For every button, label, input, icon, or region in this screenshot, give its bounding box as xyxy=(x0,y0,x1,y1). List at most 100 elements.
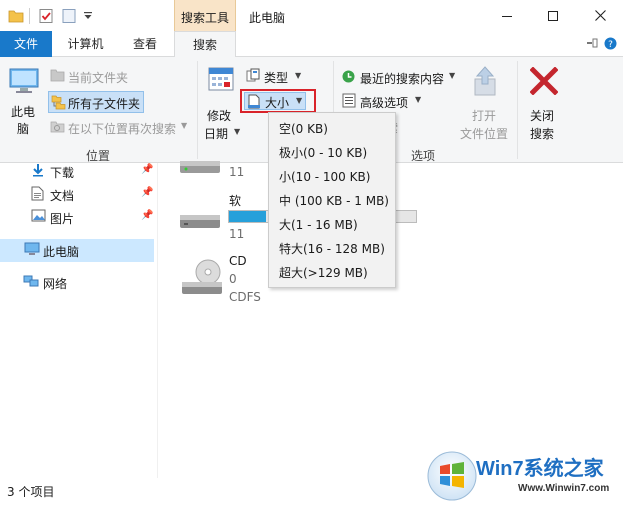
nav-label: 文档 xyxy=(50,189,75,203)
maximize-button[interactable] xyxy=(530,0,576,31)
customize-dropdown-icon[interactable] xyxy=(83,10,93,24)
menu-item-size-medium[interactable]: 中 (100 KB - 1 MB) xyxy=(279,192,389,209)
chevron-down-icon: ▼ xyxy=(449,71,456,80)
nav-item-pictures[interactable]: 图片 📌 xyxy=(0,206,154,228)
close-search-label-1: 关闭 xyxy=(530,109,555,123)
close-search-button[interactable]: 关闭 搜索 xyxy=(522,63,566,141)
date-modified-label-2: 日期 xyxy=(204,127,229,141)
menu-item-size-large[interactable]: 大(1 - 16 MB) xyxy=(279,216,358,233)
drive-usage-fill xyxy=(229,211,267,222)
group-divider xyxy=(197,61,198,159)
open-file-location-label-2: 文件位置 xyxy=(460,127,509,141)
help-icon[interactable]: ? xyxy=(604,37,617,53)
nav-label: 下载 xyxy=(50,166,75,180)
computer-icon xyxy=(24,242,40,259)
hard-drive-icon xyxy=(178,159,222,180)
new-folder-icon[interactable] xyxy=(61,8,77,27)
search-again-label: 在以下位置再次搜索 xyxy=(68,122,177,136)
this-pc-label-2: 脑 xyxy=(17,122,30,136)
tab-computer[interactable]: 计算机 xyxy=(57,31,114,57)
search-tools-context-group: 搜索工具 xyxy=(174,0,236,31)
kind-label: 类型 xyxy=(264,71,289,85)
calendar-icon xyxy=(207,65,235,96)
open-file-location-button[interactable]: 打开 文件位置 xyxy=(458,63,512,141)
menu-item-size-tiny[interactable]: 极小(0 - 10 KB) xyxy=(279,144,367,161)
nav-item-network[interactable]: 网络 xyxy=(0,271,154,293)
divider xyxy=(157,163,158,478)
nav-item-documents[interactable]: 文档 📌 xyxy=(0,183,154,205)
advanced-options-label: 高级选项 xyxy=(360,96,409,110)
ribbon-tabs: 文件 计算机 查看 搜索 ? xyxy=(0,31,623,58)
drive-meta: 11 xyxy=(229,165,245,179)
search-location-icon xyxy=(50,119,65,137)
minimize-ribbon-icon[interactable] xyxy=(586,37,598,52)
open-file-location-label-1: 打开 xyxy=(472,109,497,123)
recent-searches-icon xyxy=(341,69,356,87)
recent-searches-button[interactable]: 最近的搜索内容 ▼ xyxy=(338,67,458,87)
nav-item-this-pc[interactable]: 此电脑 xyxy=(0,239,154,262)
all-subfolders-label: 所有子文件夹 xyxy=(68,97,141,111)
open-location-icon xyxy=(471,65,499,100)
chevron-down-icon: ▼ xyxy=(234,127,241,136)
pin-icon[interactable]: 📌 xyxy=(141,164,153,175)
computer-icon xyxy=(8,65,40,100)
watermark-url: Www.Winwin7.com xyxy=(518,483,610,494)
drive-meta: 11 xyxy=(229,227,245,241)
nav-label: 图片 xyxy=(50,212,75,226)
window-title: 此电脑 xyxy=(249,11,286,25)
divider xyxy=(29,8,30,24)
menu-item-size-empty[interactable]: 空(0 KB) xyxy=(279,120,328,137)
size-button-pressed: 大小 ▼ xyxy=(244,92,306,110)
context-tab-label: 搜索工具 xyxy=(181,11,230,25)
folder-icon xyxy=(50,68,65,85)
close-icon xyxy=(594,10,606,21)
svg-text:?: ? xyxy=(608,40,613,50)
kind-filter-button[interactable]: 类型 ▼ xyxy=(244,67,304,87)
drive-item[interactable]: 11 xyxy=(176,161,266,187)
close-button[interactable] xyxy=(577,0,623,31)
menu-item-size-small[interactable]: 小(10 - 100 KB) xyxy=(279,168,370,185)
close-search-icon xyxy=(529,66,559,98)
nav-label: 此电脑 xyxy=(43,245,80,259)
drive-name: 软 xyxy=(229,194,242,208)
pin-icon[interactable]: 📌 xyxy=(141,187,153,198)
navigation-pane: 下载 📌 文档 📌 图片 📌 此电脑 网络 xyxy=(0,163,158,478)
size-filter-menu: 空(0 KB) 极小(0 - 10 KB) 小(10 - 100 KB) 中 (… xyxy=(268,112,396,288)
maximize-icon xyxy=(548,10,558,21)
all-subfolders-button[interactable]: 所有子文件夹 xyxy=(48,91,144,113)
drive-meta: 0 xyxy=(229,272,237,286)
menu-item-size-huge[interactable]: 特大(16 - 128 MB) xyxy=(279,240,385,257)
current-folder-button[interactable]: 当前文件夹 xyxy=(48,66,144,86)
drive-filesystem: CDFS xyxy=(229,290,261,304)
menu-item-size-gigantic[interactable]: 超大(>129 MB) xyxy=(279,264,368,281)
download-icon xyxy=(31,163,45,180)
tab-file[interactable]: 文件 xyxy=(0,31,52,57)
cd-drive-item[interactable]: CD 0 CDFS xyxy=(176,252,276,304)
group-divider xyxy=(517,61,518,159)
chevron-down-icon: ▼ xyxy=(296,96,303,105)
tab-view[interactable]: 查看 xyxy=(121,31,169,57)
advanced-options-icon xyxy=(342,93,356,111)
date-modified-button[interactable]: 修改 日期 ▼ xyxy=(201,63,241,141)
pin-icon[interactable]: 📌 xyxy=(141,210,153,221)
search-again-button[interactable]: 在以下位置再次搜索 ▼ xyxy=(48,117,188,137)
nav-item-downloads[interactable]: 下载 📌 xyxy=(0,160,154,182)
drive-name: CD xyxy=(229,254,247,268)
folder-icon[interactable] xyxy=(8,8,24,27)
nav-label: 网络 xyxy=(43,277,68,291)
tab-search[interactable]: 搜索 xyxy=(174,31,236,58)
chevron-down-icon: ▼ xyxy=(181,121,188,130)
minimize-icon xyxy=(502,15,512,17)
options-group-label: 选项 xyxy=(411,149,436,163)
size-label: 大小 xyxy=(265,96,290,110)
properties-checkmark-icon[interactable] xyxy=(38,8,54,27)
minimize-button[interactable] xyxy=(484,0,530,31)
item-count: 3 个项目 xyxy=(7,485,55,499)
size-filter-button[interactable]: 大小 ▼ xyxy=(240,89,316,113)
this-pc-scope-button[interactable]: 此电 脑 xyxy=(2,63,44,139)
close-search-label-2: 搜索 xyxy=(530,127,555,141)
chevron-down-icon: ▼ xyxy=(415,95,422,104)
cd-drive-icon xyxy=(180,258,224,301)
hard-drive-icon xyxy=(178,212,222,235)
advanced-options-button[interactable]: 高级选项 ▼ xyxy=(338,91,428,111)
